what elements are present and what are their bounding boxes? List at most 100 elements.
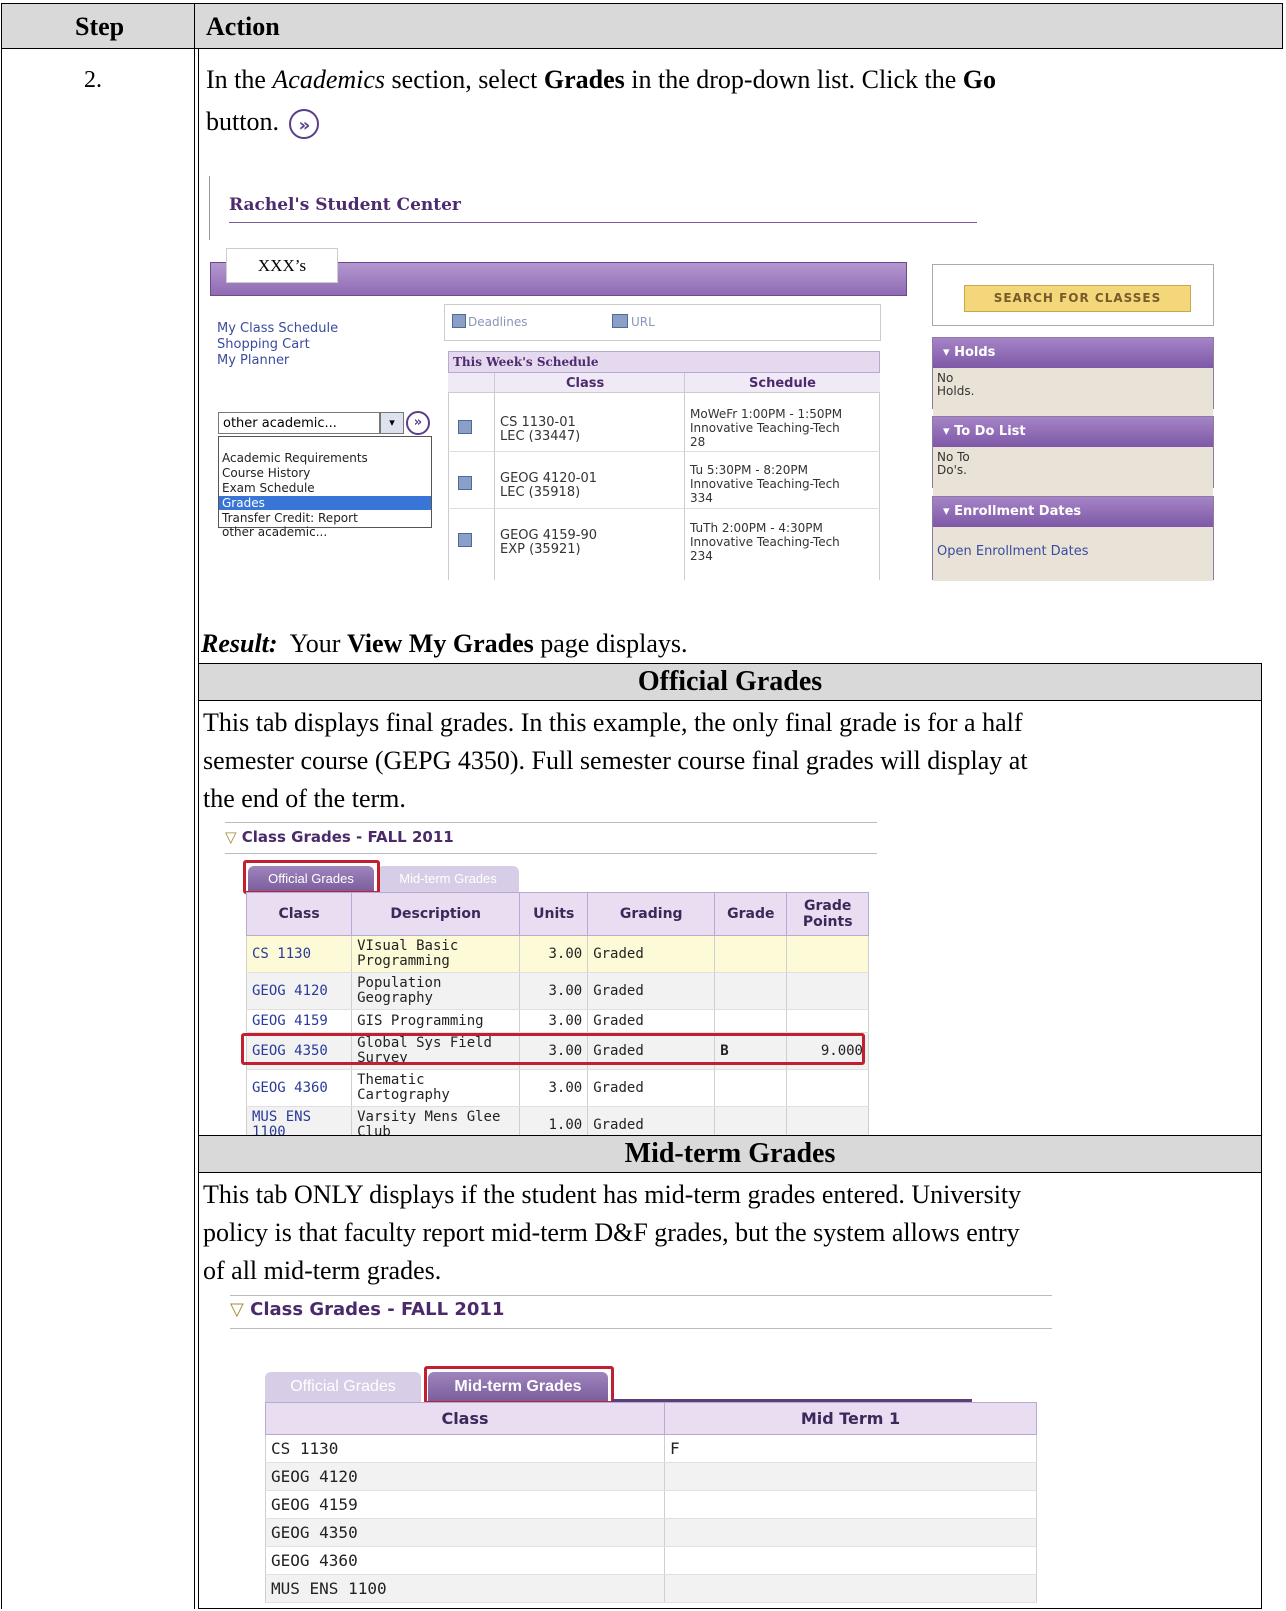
triangle-down-icon[interactable]: ▽	[225, 828, 237, 846]
search-for-classes-button[interactable]: SEARCH FOR CLASSES	[964, 285, 1191, 312]
dropdown-option-transfer-credit[interactable]: Transfer Credit: Report	[222, 511, 358, 525]
class-link[interactable]: GEOG 4360	[245, 1069, 353, 1107]
class-detail-icon[interactable]	[458, 476, 472, 490]
table-row: GEOG 4350	[265, 1518, 1037, 1547]
dropdown-option-grades[interactable]: Grades	[219, 496, 431, 510]
calendar-icon	[452, 314, 466, 328]
go-button-icon: »	[289, 109, 320, 140]
collapse-icon[interactable]: ▾	[943, 345, 954, 360]
open-enrollment-dates-link[interactable]: Open Enrollment Dates	[933, 527, 1213, 581]
class-link[interactable]: GEOG 4120	[245, 972, 353, 1010]
class-detail-icon[interactable]	[458, 420, 472, 434]
enrollment-dates-title: Enrollment Dates	[954, 504, 1082, 519]
schedule-col-class: Class	[566, 376, 605, 391]
official-desc-line: the end of the term.	[203, 784, 406, 813]
table-row: GEOG 4360	[265, 1546, 1037, 1575]
col-class: Class	[265, 1402, 665, 1435]
deadlines-link[interactable]: Deadlines	[468, 315, 528, 329]
official-grades-heading: Official Grades	[198, 663, 1262, 701]
step-number: 2.	[84, 67, 102, 93]
dropdown-option-course-history[interactable]: Course History	[222, 466, 310, 480]
table-row: GEOG 4159	[265, 1490, 1037, 1519]
dropdown-arrow-icon[interactable]: ▾	[380, 412, 404, 434]
class-link[interactable]: GEOG 4159	[245, 1009, 353, 1033]
instruction-text-line2: button. »	[206, 102, 320, 142]
schedule-room-no: 234	[690, 549, 713, 563]
schedule-class: CS 1130-01	[500, 415, 576, 430]
tab-official-grades[interactable]: Official Grades	[265, 1372, 421, 1402]
dropdown-option-academic-requirements[interactable]: Academic Requirements	[222, 451, 368, 465]
table-row: GEOG 4120 Population Geography 3.00 Grade…	[245, 972, 869, 1010]
highlight-box	[424, 1366, 614, 1404]
schedule-class: GEOG 4120-01	[500, 471, 598, 486]
table-row: MUS ENS 1100	[265, 1574, 1037, 1603]
schedule-time: TuTh 2:00PM - 4:30PM	[690, 521, 823, 535]
highlight-row-box	[241, 1033, 865, 1065]
col-grade: Grade	[714, 892, 788, 936]
enrollment-dates-box: ▾ Enrollment Dates Open Enrollment Dates	[932, 496, 1214, 581]
schedule-col-schedule: Schedule	[749, 376, 816, 391]
schedule-title: This Week's Schedule	[448, 351, 880, 373]
url-icon	[612, 314, 628, 328]
schedule-room: Innovative Teaching-Tech	[690, 477, 840, 491]
class-detail-icon[interactable]	[458, 533, 472, 547]
triangle-down-icon[interactable]: ▽	[230, 1299, 244, 1320]
dropdown-option-other-academic[interactable]: other academic...	[222, 525, 327, 539]
col-grade-points: Grade Points	[786, 892, 869, 936]
instruction-text: In the Academics section, select Grades …	[206, 65, 996, 94]
name-callout: XXX’s	[226, 248, 338, 283]
my-planner-link[interactable]: My Planner	[217, 353, 289, 369]
schedule-room: Innovative Teaching-Tech	[690, 421, 840, 435]
midterm-grades-table: Class Mid Term 1 CS 1130 F GEOG 4120 GEOG…	[265, 1402, 1037, 1603]
my-class-schedule-link[interactable]: My Class Schedule	[217, 321, 338, 337]
collapse-icon[interactable]: ▾	[943, 424, 954, 439]
table-row: CS 1130 VIsual Basic Programming 3.00 Gra…	[245, 935, 869, 973]
result-line: Result: Your View My Grades page display…	[201, 629, 688, 658]
midterm-desc-line: policy is that faculty report mid-term D…	[203, 1218, 1020, 1247]
academics-dropdown[interactable]: other academic...	[218, 412, 380, 434]
dropdown-option-exam-schedule[interactable]: Exam Schedule	[222, 481, 315, 495]
schedule-room: Innovative Teaching-Tech	[690, 535, 840, 549]
midterm-grades-heading: Mid-term Grades	[198, 1135, 1262, 1173]
schedule-room-no: 334	[690, 491, 713, 505]
holds-box: ▾ Holds No Holds.	[932, 337, 1214, 418]
class-link[interactable]: CS 1130	[245, 935, 353, 973]
col-grading: Grading	[587, 892, 716, 936]
official-class-grades-title: ▽ Class Grades - FALL 2011	[225, 828, 454, 846]
go-button[interactable]: »	[406, 411, 430, 435]
action-column-header: Action	[206, 12, 280, 41]
official-desc-line: This tab displays final grades. In this …	[203, 708, 1023, 737]
official-grades-table: Class Description Units Grading Grade Gr…	[245, 892, 869, 1144]
midterm-desc-line: of all mid-term grades.	[203, 1256, 442, 1285]
url-link[interactable]: URL	[631, 315, 655, 329]
midterm-class-grades-title: ▽ Class Grades - FALL 2011	[230, 1299, 505, 1320]
col-mid-term-1: Mid Term 1	[664, 1402, 1037, 1435]
highlight-box	[243, 860, 380, 894]
schedule-section: LEC (35918)	[500, 485, 581, 500]
col-class: Class	[245, 892, 353, 936]
holds-title: Holds	[954, 345, 996, 360]
schedule-class: GEOG 4159-90	[500, 528, 598, 543]
table-row: GEOG 4159 GIS Programming 3.00 Graded	[245, 1009, 869, 1033]
table-row: GEOG 4120	[265, 1462, 1037, 1491]
shopping-cart-link[interactable]: Shopping Cart	[217, 337, 310, 353]
table-border-left	[1, 3, 2, 1609]
step-column-header: Step	[75, 12, 125, 41]
collapse-icon[interactable]: ▾	[943, 504, 954, 519]
todo-box: ▾ To Do List No To Do's.	[932, 416, 1214, 497]
schedule-section: EXP (35921)	[500, 542, 581, 557]
table-border-right	[1282, 3, 1283, 48]
tab-midterm-grades[interactable]: Mid-term Grades	[377, 866, 519, 892]
table-row: GEOG 4360 Thematic Cartography 3.00 Grade…	[245, 1069, 869, 1107]
schedule-room-no: 28	[690, 435, 706, 449]
schedule-time: Tu 5:30PM - 8:20PM	[690, 463, 808, 477]
todo-title: To Do List	[954, 424, 1026, 439]
schedule-section: LEC (33447)	[500, 429, 581, 444]
column-divider	[194, 3, 195, 1609]
column-divider-inner	[198, 49, 199, 1609]
col-description: Description	[351, 892, 521, 936]
col-units: Units	[519, 892, 589, 936]
official-desc-line: semester course (GEPG 4350). Full semest…	[203, 746, 1028, 775]
student-center-title: Rachel's Student Center	[229, 195, 461, 215]
midterm-desc-line: This tab ONLY displays if the student ha…	[203, 1180, 1022, 1209]
